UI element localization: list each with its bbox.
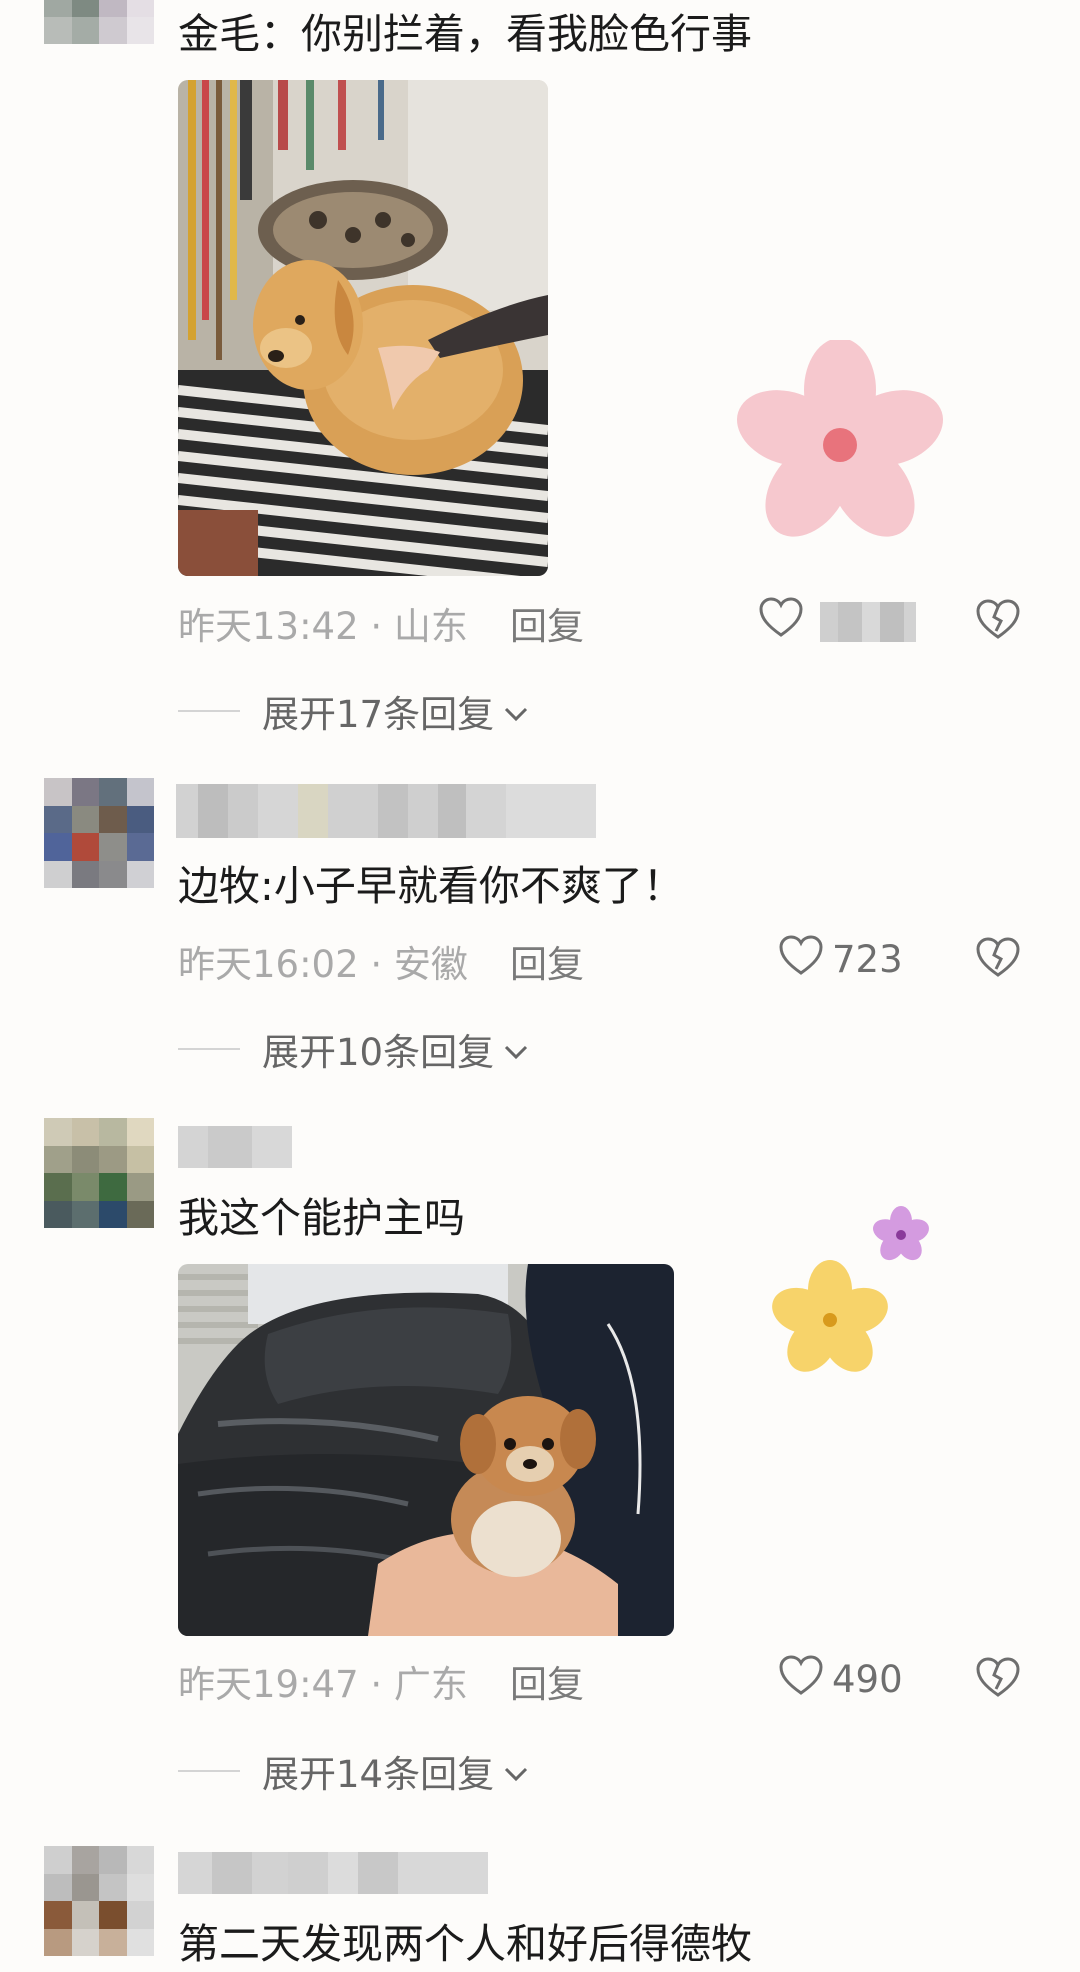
comment-text: 金毛：你别拦着，看我脸色行事 bbox=[178, 10, 752, 58]
expand-label: 展开17条回复 bbox=[262, 693, 495, 736]
divider bbox=[178, 1770, 240, 1772]
username-mosaic[interactable] bbox=[178, 1852, 488, 1894]
comment-timestamp: 昨天13:42 · 山东 bbox=[178, 605, 468, 648]
chevron-down-icon bbox=[502, 690, 530, 733]
avatar[interactable] bbox=[44, 1118, 154, 1228]
golden-retriever-photo[interactable] bbox=[178, 80, 548, 576]
comment-timestamp: 昨天16:02 · 安徽 bbox=[178, 943, 468, 986]
dislike-button[interactable] bbox=[975, 1656, 1021, 1702]
purple-flower-sticker bbox=[866, 1202, 936, 1272]
chevron-down-icon bbox=[502, 1028, 530, 1071]
comment-text: 第二天发现两个人和好后得德牧 bbox=[178, 1920, 752, 1968]
like-button[interactable] bbox=[758, 596, 916, 647]
username-mosaic[interactable] bbox=[178, 1126, 292, 1168]
divider bbox=[178, 1048, 240, 1050]
avatar[interactable] bbox=[44, 0, 154, 44]
broken-heart-icon bbox=[975, 937, 1021, 982]
expand-label: 展开10条回复 bbox=[262, 1031, 495, 1074]
chevron-down-icon bbox=[502, 1750, 530, 1793]
like-count-mosaic bbox=[820, 601, 916, 642]
comment-text: 边牧:小子早就看你不爽了！ bbox=[178, 862, 684, 910]
pink-flower-sticker bbox=[730, 338, 950, 554]
reply-button[interactable]: 回复 bbox=[510, 596, 584, 650]
like-count: 490 bbox=[832, 1658, 903, 1701]
reply-button[interactable]: 回复 bbox=[510, 1654, 584, 1708]
broken-heart-icon bbox=[975, 1657, 1021, 1702]
expand-label: 展开14条回复 bbox=[262, 1753, 495, 1796]
expand-replies-button[interactable]: 展开17条回复 bbox=[178, 684, 530, 738]
heart-outline-icon bbox=[778, 934, 824, 985]
expand-replies-button[interactable]: 展开14条回复 bbox=[178, 1744, 530, 1798]
teacup-puppy-photo[interactable] bbox=[178, 1264, 674, 1636]
username-mosaic[interactable] bbox=[176, 784, 596, 838]
like-button[interactable]: 490 bbox=[778, 1654, 903, 1705]
dislike-button[interactable] bbox=[975, 598, 1021, 644]
broken-heart-icon bbox=[975, 599, 1021, 644]
comment-timestamp: 昨天19:47 · 广东 bbox=[178, 1663, 468, 1706]
heart-outline-icon bbox=[758, 596, 804, 647]
expand-replies-button[interactable]: 展开10条回复 bbox=[178, 1022, 530, 1076]
avatar[interactable] bbox=[44, 778, 154, 888]
heart-outline-icon bbox=[778, 1654, 824, 1705]
like-button[interactable]: 723 bbox=[778, 934, 903, 985]
yellow-flower-sticker bbox=[760, 1255, 900, 1389]
dislike-button[interactable] bbox=[975, 936, 1021, 982]
like-count: 723 bbox=[832, 938, 903, 981]
reply-button[interactable]: 回复 bbox=[510, 934, 584, 988]
divider bbox=[178, 710, 240, 712]
comment-text: 我这个能护主吗 bbox=[178, 1194, 465, 1242]
avatar[interactable] bbox=[44, 1846, 154, 1956]
